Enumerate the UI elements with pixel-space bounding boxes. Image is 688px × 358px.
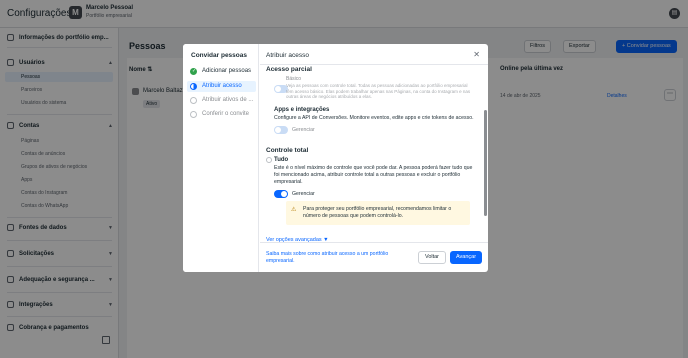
help-link[interactable]: Saiba mais sobre como atribuir acesso a …	[266, 251, 406, 265]
step-conferir-convite[interactable]: Conferir o convite	[187, 109, 256, 120]
invite-people-modal: Convidar pessoas Adicionar pessoas Atrib…	[183, 44, 488, 272]
access-options-scroll[interactable]: Acesso parcial Básico Veja as pessoas co…	[260, 65, 488, 238]
full-control-manage-toggle[interactable]	[274, 190, 288, 198]
apps-integrations-title: Apps e integrações	[274, 107, 330, 113]
apps-integrations-manage-toggle[interactable]	[274, 126, 288, 134]
full-control-all-desc: Este é o nível máximo de controle que vo…	[274, 165, 473, 185]
empty-circle-icon	[190, 111, 197, 118]
step-atribuir-acesso[interactable]: Atribuir acesso	[187, 81, 256, 92]
basic-option-desc: Veja as pessoas com controle total. Toda…	[286, 83, 471, 99]
back-button[interactable]: Voltar	[418, 251, 446, 264]
step-atribuir-ativos[interactable]: Atribuir ativos de ...	[187, 95, 256, 106]
full-control-manage-label: Gerenciar	[292, 191, 315, 197]
partial-access-heading: Acesso parcial	[266, 66, 312, 73]
check-circle-icon	[190, 66, 197, 77]
warning-text: Para proteger seu portfólio empresarial,…	[303, 206, 452, 219]
assign-access-panel: Atribuir acesso ✕ Acesso parcial Básico …	[260, 44, 488, 272]
scrollbar[interactable]	[484, 110, 487, 216]
panel-title: Atribuir acesso	[266, 52, 309, 59]
empty-circle-icon	[190, 97, 197, 104]
full-control-heading: Controle total	[266, 147, 309, 154]
apps-integrations-desc: Configure a API de Conversões. Monitore …	[274, 115, 474, 121]
warning-box: ⚠ Para proteger seu portfólio empresaria…	[286, 201, 470, 225]
full-control-all-title: Tudo	[274, 157, 289, 163]
apps-integrations-manage-label: Gerenciar	[292, 127, 315, 133]
basic-option-title: Básico	[286, 76, 302, 82]
progress-circle-icon	[190, 83, 197, 90]
step-adicionar-pessoas[interactable]: Adicionar pessoas	[187, 66, 256, 77]
steps-title: Convidar pessoas	[191, 52, 247, 59]
full-control-radio[interactable]	[266, 157, 272, 163]
close-icon[interactable]: ✕	[473, 50, 480, 59]
warning-icon: ⚠	[291, 207, 297, 213]
next-button[interactable]: Avançar	[450, 251, 482, 264]
steps-panel: Convidar pessoas Adicionar pessoas Atrib…	[183, 44, 259, 272]
divider	[260, 242, 488, 243]
